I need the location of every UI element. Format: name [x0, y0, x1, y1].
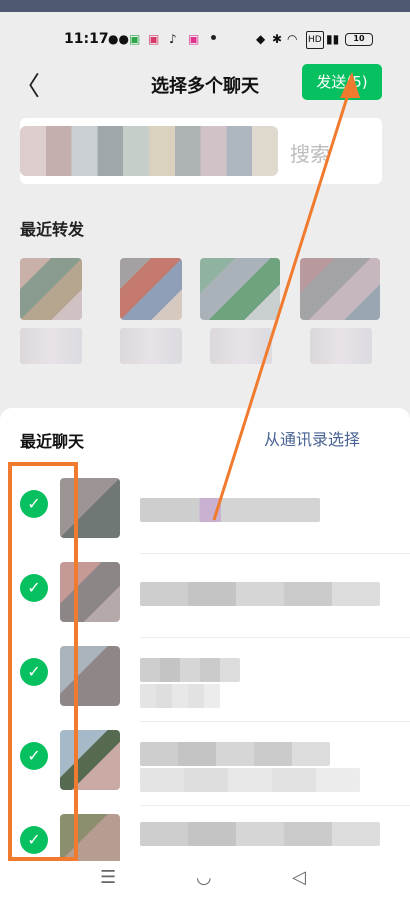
wechat-icon: ●●: [108, 32, 129, 46]
nav-bar: 〈 选择多个聊天 发送(5): [0, 56, 410, 108]
chat-preview: [140, 684, 220, 708]
back-nav-icon[interactable]: ◁: [292, 867, 306, 888]
recent-forward-item[interactable]: [120, 258, 182, 320]
app-icon: ▣: [188, 32, 200, 46]
recent-forward-item[interactable]: [20, 258, 82, 320]
app-icon: ▣: [148, 32, 160, 46]
home-icon[interactable]: ◡: [196, 867, 212, 888]
top-strip: [0, 0, 410, 12]
send-button[interactable]: 发送(5): [302, 64, 382, 100]
search-bar[interactable]: 搜索: [20, 118, 382, 184]
select-from-contacts-link[interactable]: 从通讯录选择: [264, 426, 360, 450]
signal-icon: ▮▮: [326, 32, 340, 46]
battery-icon: 10: [345, 33, 373, 46]
recent-forward-name: [210, 328, 272, 364]
recent-forward-name: [310, 328, 372, 364]
annotation-highlight-box: [8, 462, 78, 861]
hd-icon: HD: [306, 31, 324, 49]
system-nav-bar: ☰ ◡ ◁: [0, 861, 410, 897]
recent-forward-label: 最近转发: [20, 220, 85, 239]
chat-name: [140, 822, 380, 846]
chat-preview: [140, 768, 360, 792]
chat-name: [140, 582, 380, 606]
recent-chats-label: 最近聊天: [20, 432, 85, 451]
recent-forward-item[interactable]: [300, 258, 380, 320]
location-icon: ◆: [256, 32, 266, 46]
selected-avatars-strip: [20, 126, 278, 176]
recent-forward-name: [20, 328, 82, 364]
status-bar: 11:17 ●● ▣ ▣ ♪ ▣ ◆ ✱ ◠ HD ▮▮ 10: [0, 12, 410, 56]
wifi-icon: ◠: [287, 32, 298, 46]
chat-name: [140, 658, 240, 682]
status-time: 11:17: [64, 31, 109, 47]
bluetooth-icon: ✱: [272, 32, 283, 46]
chat-name: [140, 742, 330, 766]
dot-icon: [211, 35, 216, 40]
search-input[interactable]: 搜索: [290, 138, 330, 167]
tiktok-icon: ♪: [169, 32, 177, 46]
menu-icon[interactable]: ☰: [100, 867, 116, 888]
chat-name: [140, 498, 320, 522]
app-icon: ▣: [129, 32, 141, 46]
recent-forward-grid: [20, 258, 382, 376]
recent-forward-name: [120, 328, 182, 364]
recent-forward-item[interactable]: [200, 258, 280, 320]
